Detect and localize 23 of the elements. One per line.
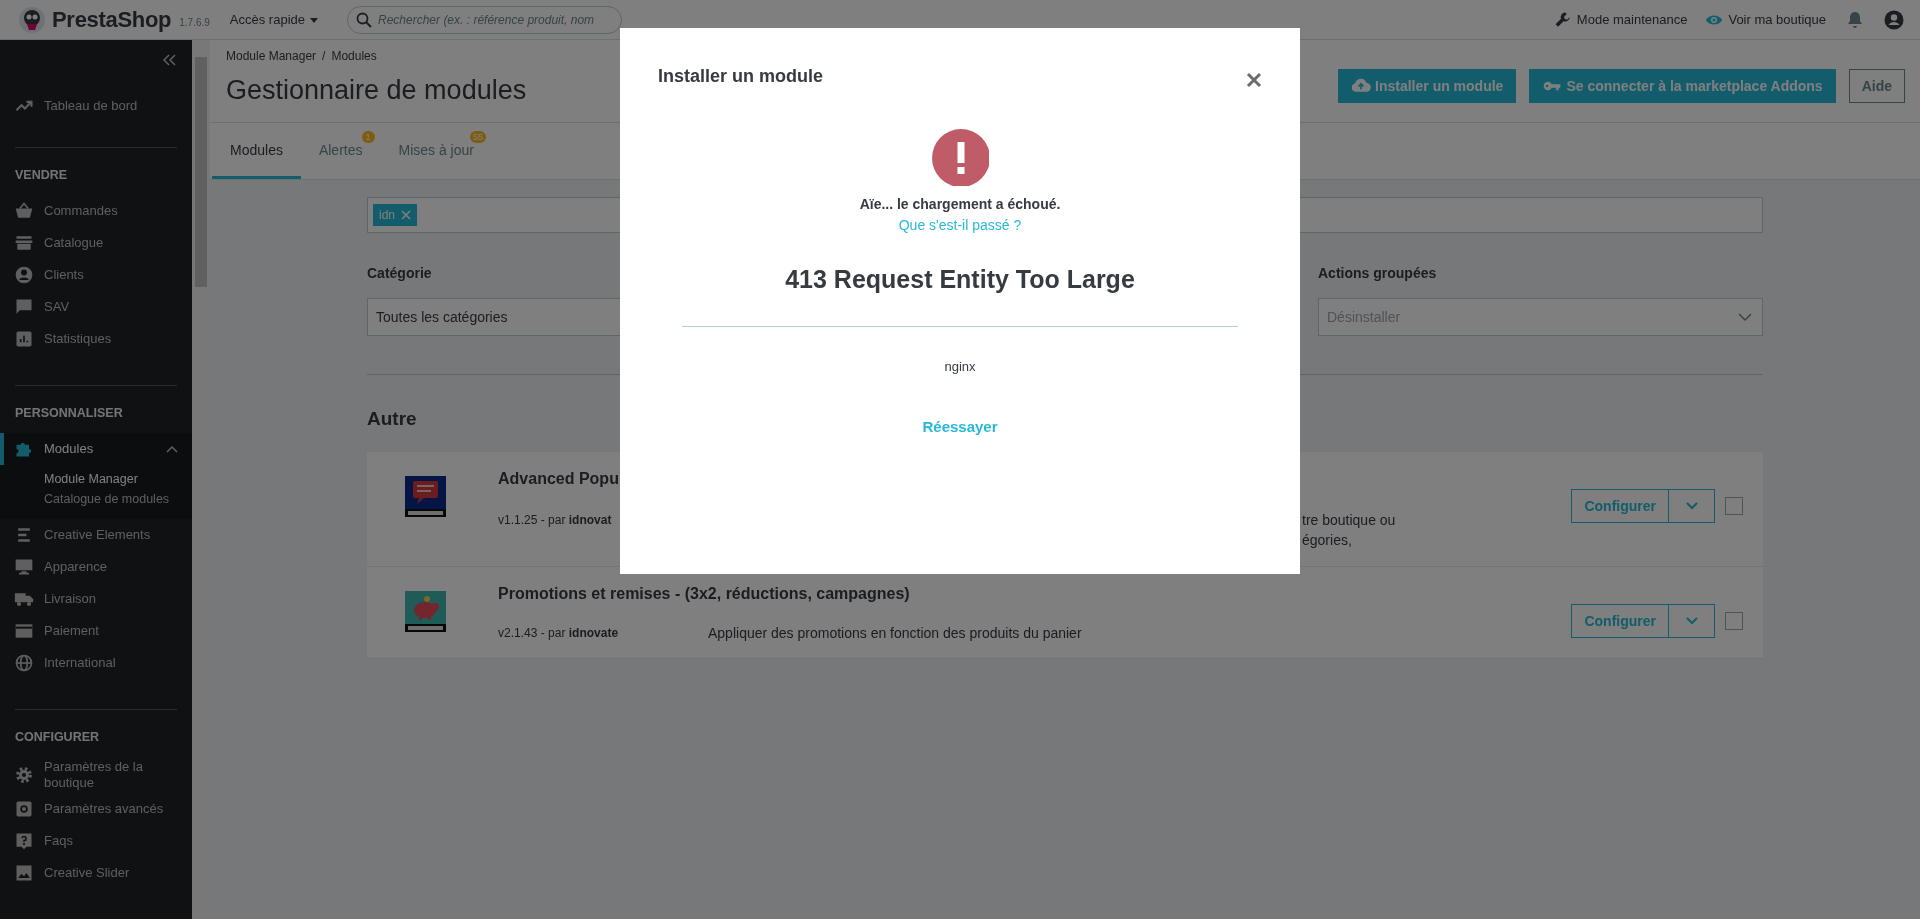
module-description: Appliquer des promotions en fonction des produits du panier [708, 624, 1082, 643]
section-heading: VENDRE [14, 167, 69, 184]
modal-title: Installer un module [658, 66, 824, 87]
module-description: tre boutique ou égories, [1302, 510, 1396, 550]
section-title: Autre [367, 408, 417, 430]
count-badge: 1 [361, 131, 375, 143]
module-name: Advanced Popu [498, 469, 619, 489]
breadcrumb-separator: / [322, 49, 326, 63]
breadcrumb-current: Modules [331, 49, 377, 63]
field-label: Actions groupées [1318, 265, 1437, 281]
count-badge: 55 [469, 131, 486, 143]
version-label: 1.7.6.9 [179, 17, 210, 28]
field-label: Catégorie [367, 265, 432, 281]
section-heading: CONFIGURER [14, 729, 101, 746]
server-name: nginx [944, 359, 976, 374]
module-version: v2.1.43 - par idnovate [498, 625, 619, 641]
module-version: v1.1.25 - par idnovat [498, 511, 612, 528]
module-name: Promotions et remises - (3x2, réductions, campagnes) [498, 584, 910, 604]
app-logo: PrestaShop [52, 6, 172, 33]
page-title: Gestionnaire de modules [226, 75, 527, 106]
error-message: Aïe... le chargement a échoué. [859, 196, 1061, 212]
error-heading: 413 Request Entity Too Large [785, 265, 1135, 294]
section-heading: PERSONNALISER [14, 405, 124, 422]
